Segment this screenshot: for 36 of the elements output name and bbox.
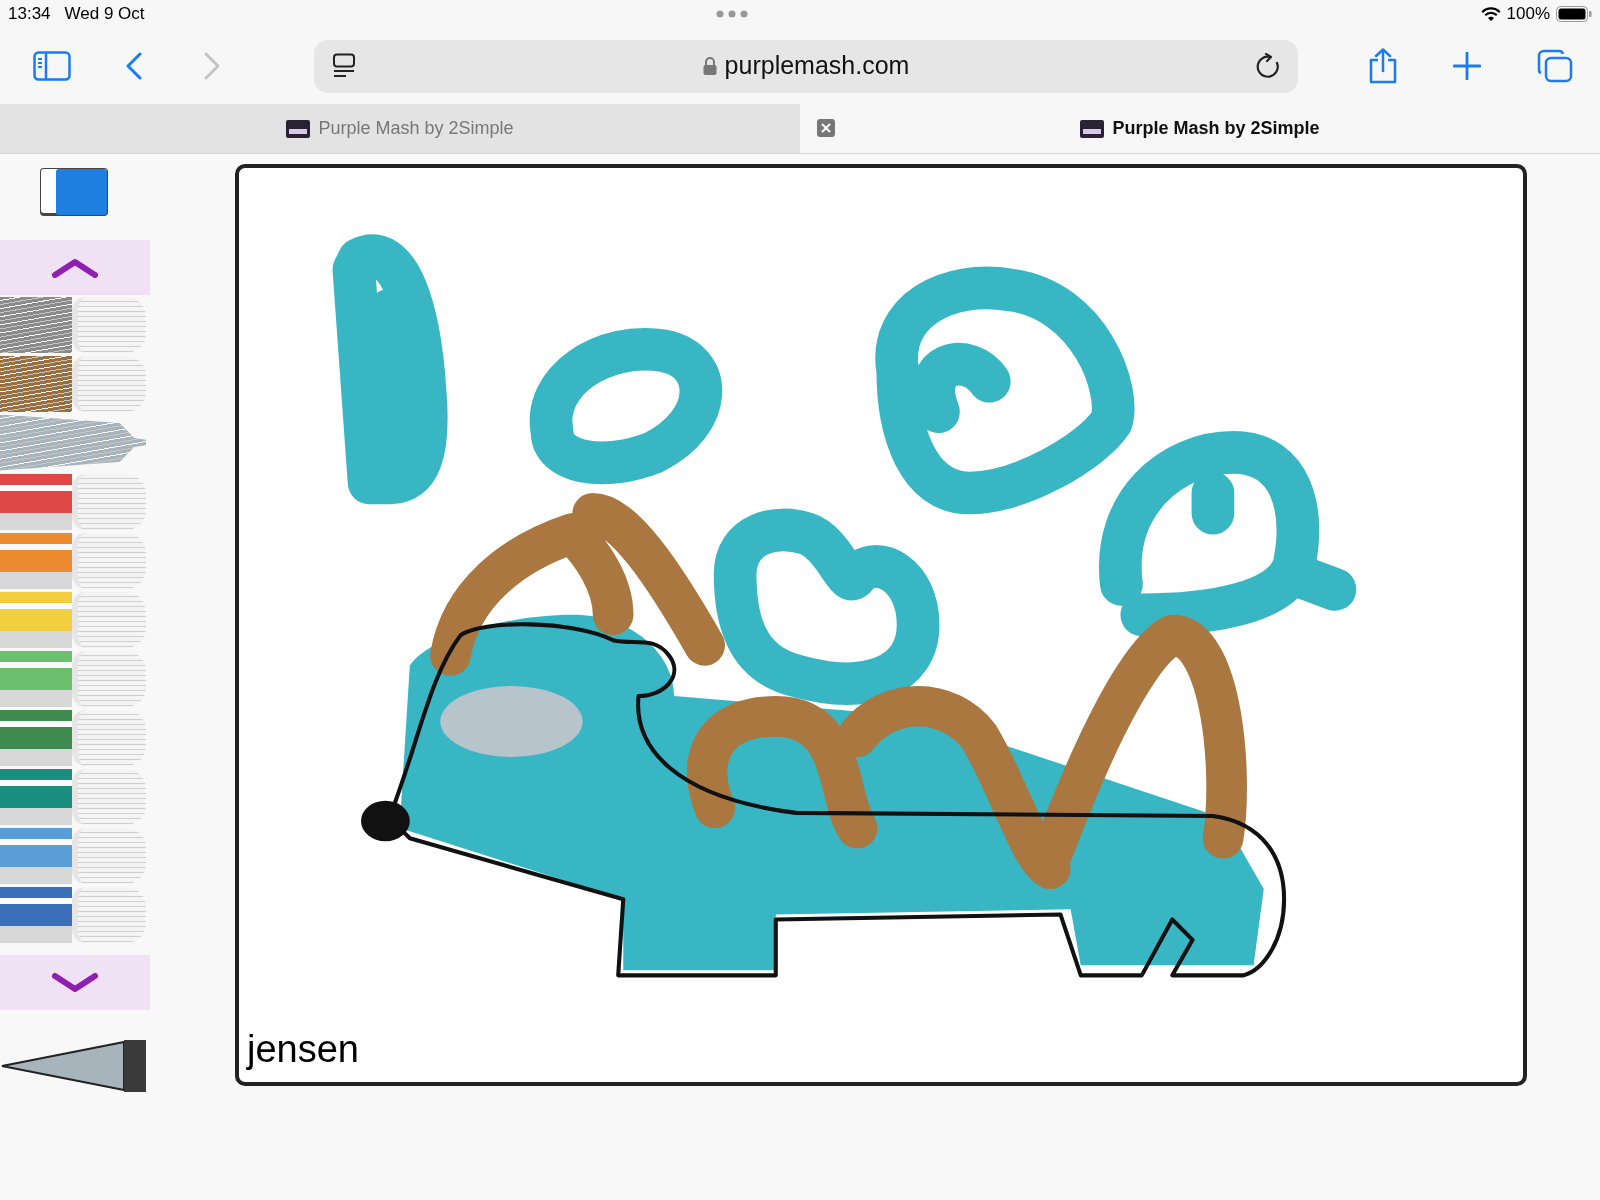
reader-icon[interactable]: [332, 53, 356, 79]
share-icon[interactable]: [1368, 48, 1398, 84]
pen[interactable]: [0, 886, 146, 943]
chevron-down-icon: [51, 972, 99, 993]
battery-percent: 100%: [1506, 3, 1550, 26]
pen[interactable]: [0, 532, 146, 589]
scroll-up-button[interactable]: [0, 240, 150, 295]
reload-icon[interactable]: [1256, 53, 1280, 79]
close-tab-icon[interactable]: [817, 119, 835, 137]
brush-size-icon[interactable]: [0, 1038, 148, 1094]
sidebar-icon[interactable]: [33, 51, 71, 81]
url-text: purplemash.com: [724, 50, 910, 82]
status-time: 13:34: [8, 3, 51, 26]
status-date: Wed 9 Oct: [64, 3, 145, 26]
pen[interactable]: [0, 827, 146, 884]
pen[interactable]: [0, 414, 146, 471]
scroll-down-button[interactable]: [0, 955, 150, 1010]
caption-text: jensen: [247, 1030, 359, 1068]
pen[interactable]: [0, 355, 146, 412]
pen[interactable]: [0, 296, 146, 353]
pen[interactable]: [0, 768, 146, 825]
pen[interactable]: [0, 650, 146, 707]
tabs-overview-icon[interactable]: [1537, 49, 1573, 83]
more-icon: [715, 10, 748, 18]
chevron-up-icon: [51, 257, 99, 278]
back-icon[interactable]: [126, 52, 142, 80]
site-favicon-icon: [1080, 119, 1105, 138]
drawing-canvas[interactable]: jensen: [235, 164, 1527, 1086]
add-tab-icon[interactable]: [1453, 52, 1481, 80]
pen[interactable]: [0, 709, 146, 766]
pen[interactable]: [0, 473, 146, 530]
wifi-icon: [1480, 6, 1501, 22]
address-bar[interactable]: purplemash.com: [314, 39, 1298, 93]
lock-icon: [702, 57, 717, 75]
battery-icon: [1556, 6, 1592, 22]
site-favicon-icon: [286, 119, 311, 138]
